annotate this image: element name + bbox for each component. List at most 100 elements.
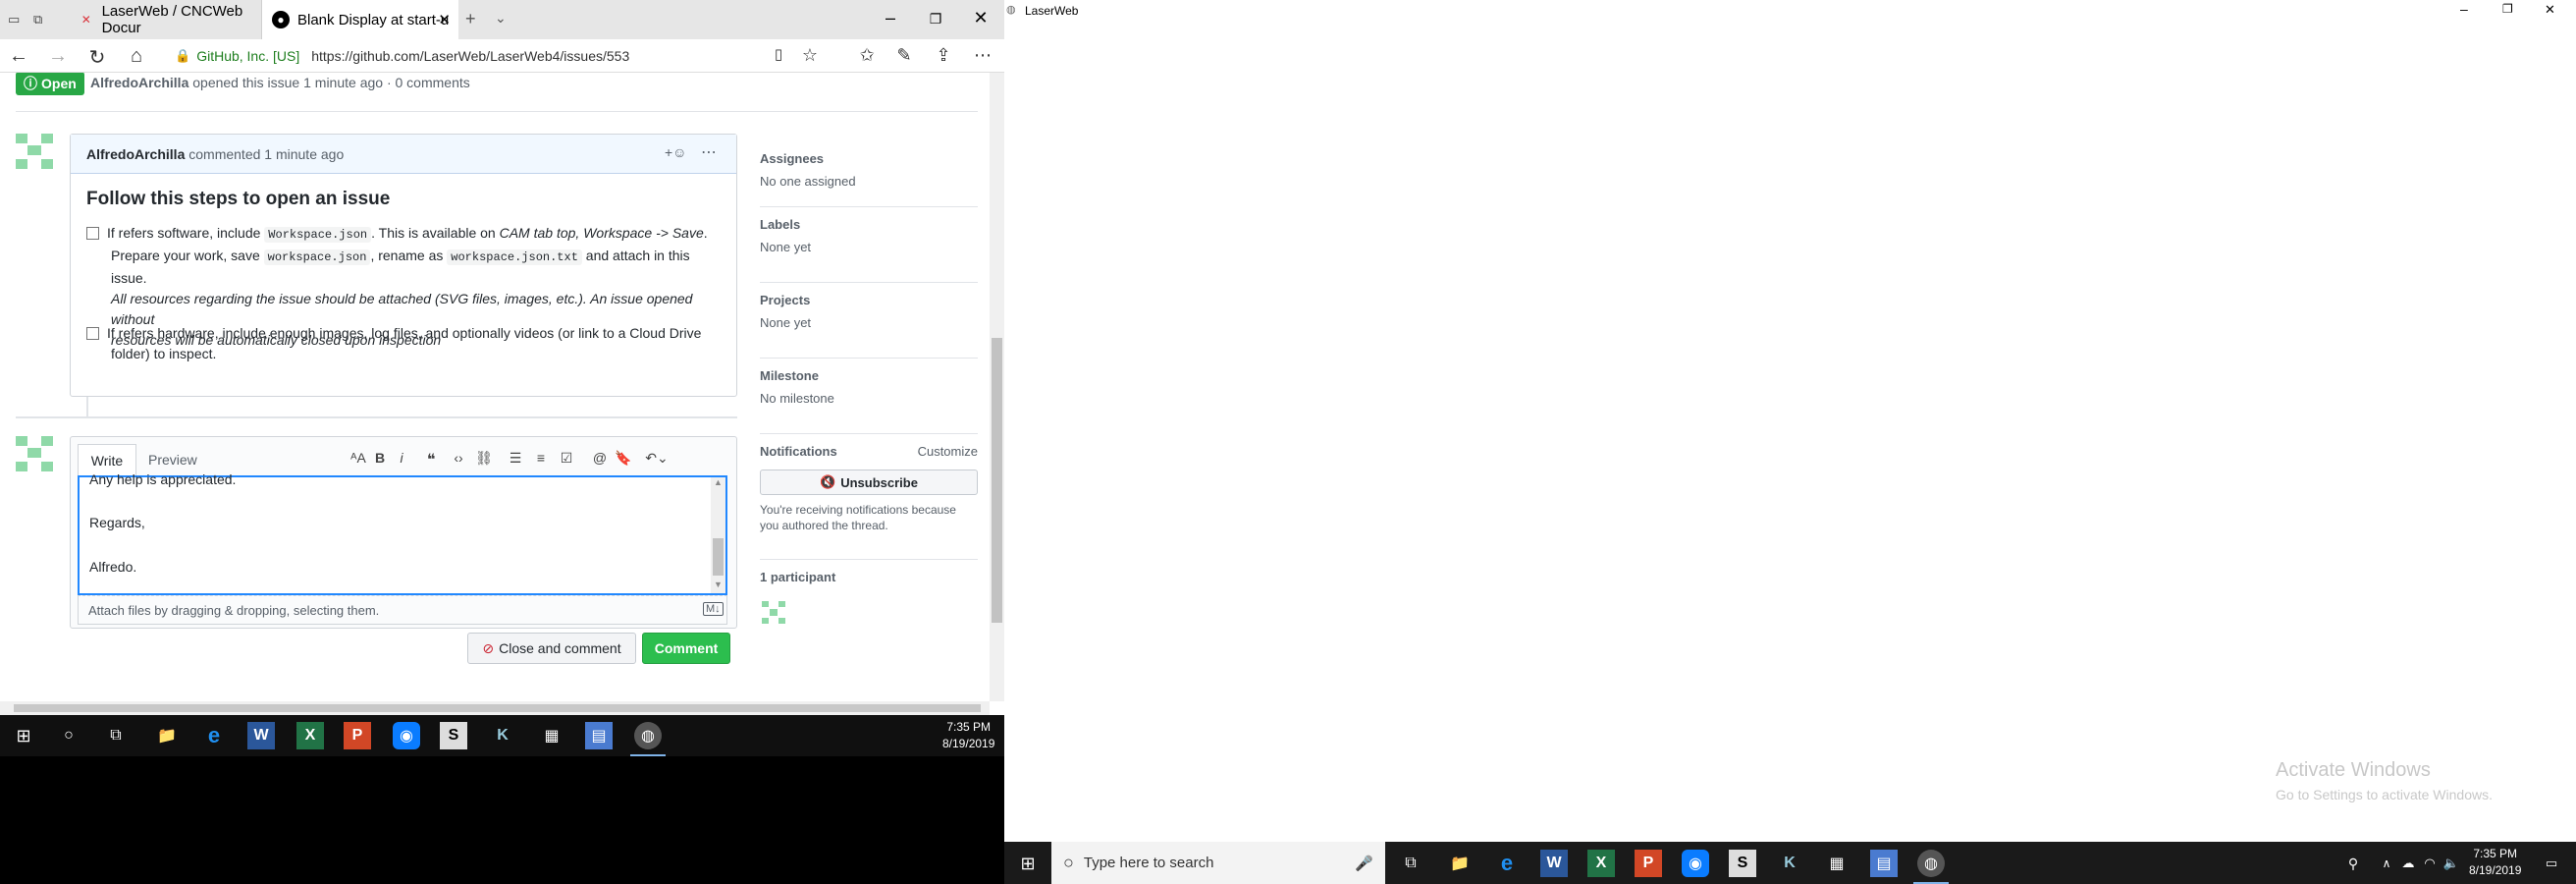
app-s-icon[interactable]: S [440, 722, 467, 749]
sidebar-labels: Labels None yet [760, 206, 978, 254]
milestone-title[interactable]: Milestone [760, 368, 978, 383]
avatar[interactable] [16, 436, 53, 473]
scroll-down-icon[interactable]: ▼ [714, 580, 723, 589]
favorite-star-icon[interactable]: ☆ [797, 45, 823, 66]
refresh-icon[interactable]: ↻ [84, 45, 110, 70]
cortana-icon[interactable]: ○ [55, 722, 82, 749]
assignees-title[interactable]: Assignees [760, 151, 978, 166]
powerpoint-icon[interactable]: P [1635, 850, 1662, 877]
close-and-comment-button[interactable]: ⊘ Close and comment [467, 633, 636, 664]
issue-author-link[interactable]: AlfredoArchilla [90, 75, 188, 90]
app-s-icon[interactable]: S [1729, 850, 1756, 877]
comment-textarea[interactable]: Any help is appreciated. Regards, Alfred… [78, 471, 727, 595]
projects-title[interactable]: Projects [760, 293, 978, 307]
code-icon[interactable]: ‹› [448, 450, 469, 466]
tab-preview-icon[interactable]: ▭ [8, 12, 20, 28]
link-icon[interactable]: ⛓ [473, 450, 495, 467]
file-explorer-icon[interactable]: 📁 [1446, 850, 1474, 877]
taskbar-clock[interactable]: 7:35 PM 8/19/2019 [942, 720, 994, 750]
laserweb-taskbar-icon[interactable]: ◍ [634, 722, 662, 749]
participant-avatar[interactable] [762, 601, 785, 625]
back-icon[interactable]: ← [6, 45, 31, 68]
edge-icon[interactable]: e [200, 722, 228, 749]
textarea-scrollbar[interactable]: ▲ ▼ [711, 477, 725, 593]
word-icon[interactable]: W [247, 722, 275, 749]
markdown-icon[interactable]: M↓ [703, 602, 724, 616]
url-field[interactable]: 🔒 GitHub, Inc. [US] https://github.com/L… [175, 43, 823, 69]
scroll-up-icon[interactable]: ▲ [714, 477, 723, 487]
restore-icon[interactable]: ❐ [921, 11, 950, 28]
people-icon[interactable]: ⚲ [2339, 850, 2367, 877]
edge-icon[interactable]: e [1493, 850, 1521, 877]
restore-icon[interactable]: ❐ [2502, 2, 2513, 16]
reading-view-icon[interactable]: ▯ [766, 45, 791, 63]
calculator-icon[interactable]: ▦ [538, 722, 565, 749]
app-k-icon[interactable]: K [1776, 850, 1803, 877]
horizontal-scroll-thumb[interactable] [14, 704, 981, 712]
tab-list-chevron-icon[interactable]: ⌄ [495, 10, 507, 27]
word-icon[interactable]: W [1540, 850, 1568, 877]
app-k-icon[interactable]: K [489, 722, 516, 749]
app-window-icon[interactable]: ▤ [1870, 850, 1898, 877]
tab-laserweb-docs[interactable]: ✕ LaserWeb / CNCWeb Docur [69, 0, 262, 39]
windows-start-icon[interactable]: ⊞ [10, 722, 37, 749]
app-window-icon[interactable]: ▤ [585, 722, 613, 749]
powerpoint-icon[interactable]: P [344, 722, 371, 749]
quote-icon[interactable]: ❝ [420, 450, 442, 470]
attach-files-bar[interactable]: Attach files by dragging & dropping, sel… [78, 595, 727, 625]
bulleted-list-icon[interactable]: ☰ [505, 450, 526, 467]
more-icon[interactable]: ⋯ [970, 45, 995, 66]
close-tab-icon[interactable]: ✕ [438, 11, 451, 28]
taskbar-clock[interactable]: 7:35 PM 8/19/2019 [2469, 847, 2521, 877]
tab-github-issue[interactable]: ● Blank Display at start-u ✕ [262, 0, 458, 39]
file-explorer-icon[interactable]: 📁 [153, 722, 181, 749]
microphone-icon[interactable]: 🎤 [1355, 855, 1373, 872]
favorites-hub-icon[interactable]: ✩ [854, 45, 880, 66]
mention-icon[interactable]: @ [589, 450, 611, 466]
comment-button[interactable]: Comment [642, 633, 730, 664]
minimize-icon[interactable]: – [876, 8, 905, 28]
forward-icon[interactable]: → [45, 45, 71, 68]
home-icon[interactable]: ⌂ [124, 45, 149, 68]
italic-icon[interactable]: i [391, 450, 412, 466]
minimize-icon[interactable]: – [2460, 1, 2468, 17]
task-checkbox[interactable] [86, 227, 99, 240]
pen-icon[interactable]: ✎ [891, 45, 917, 66]
clock-date: 8/19/2019 [942, 737, 995, 750]
comment-options-icon[interactable]: ⋯ [701, 142, 717, 162]
search-box[interactable]: ○ Type here to search 🎤 [1051, 842, 1385, 884]
add-reaction-icon[interactable]: +☺ [665, 144, 686, 160]
tab-aside-icon[interactable]: ⧉ [33, 12, 42, 28]
page-scroll-thumb[interactable] [992, 338, 1002, 623]
new-tab-icon[interactable]: + [465, 9, 476, 29]
task-checkbox[interactable] [86, 327, 99, 340]
text-size-icon[interactable]: ᴬA [348, 450, 369, 466]
close-window-icon[interactable]: ✕ [966, 8, 995, 28]
comment-author-link[interactable]: AlfredoArchilla [86, 146, 185, 162]
reply-icon[interactable]: ↶⌄ [642, 450, 671, 467]
page-horizontal-scrollbar[interactable] [0, 701, 990, 715]
excel-icon[interactable]: X [1587, 850, 1615, 877]
laserweb-taskbar-icon[interactable]: ◍ [1917, 850, 1945, 877]
windows-start-icon[interactable]: ⊞ [1014, 850, 1042, 877]
textarea-scroll-thumb[interactable] [713, 538, 724, 576]
customize-link[interactable]: Customize [918, 444, 978, 459]
messenger-icon[interactable]: ◉ [1682, 850, 1709, 877]
task-list-icon[interactable]: ☑ [556, 450, 577, 467]
avatar[interactable] [16, 134, 53, 171]
bookmark-icon[interactable]: 🔖 [613, 450, 634, 467]
share-icon[interactable]: ⇪ [931, 45, 956, 66]
calculator-icon[interactable]: ▦ [1823, 850, 1851, 877]
labels-title[interactable]: Labels [760, 217, 978, 232]
numbered-list-icon[interactable]: ≡ [530, 450, 552, 466]
excel-icon[interactable]: X [296, 722, 324, 749]
page-vertical-scrollbar[interactable] [990, 73, 1004, 701]
unsubscribe-button[interactable]: 🔇 Unsubscribe [760, 470, 978, 495]
volume-icon[interactable]: 🔈 [2438, 850, 2465, 877]
task-view-icon[interactable]: ⧉ [102, 722, 130, 749]
notifications-icon[interactable]: ▭ [2538, 850, 2565, 877]
task-view-icon[interactable]: ⧉ [1397, 850, 1424, 877]
messenger-icon[interactable]: ◉ [393, 722, 420, 749]
bold-icon[interactable]: B [369, 450, 391, 466]
close-window-icon[interactable]: ✕ [2545, 2, 2555, 18]
